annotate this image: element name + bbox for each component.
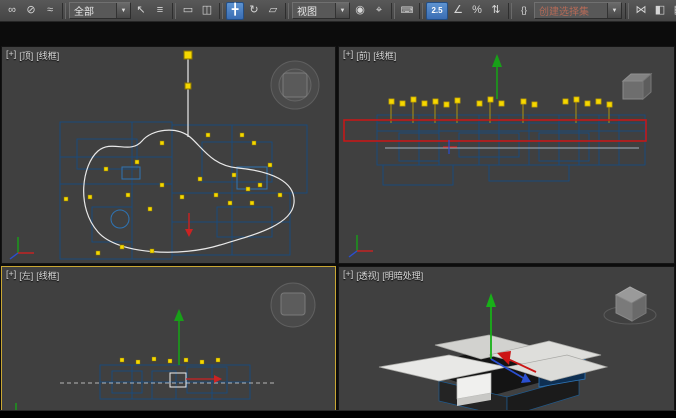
viewport-left-canvas[interactable] <box>2 267 335 418</box>
viewport-shading-button[interactable]: [线框] <box>36 49 59 62</box>
viewport-left-label: [+] [左] [线框] <box>6 269 59 282</box>
viewcube-gizmo[interactable] <box>604 287 656 324</box>
mirror-icon[interactable]: ⋈ <box>632 2 650 20</box>
shaded-room-model[interactable] <box>379 335 607 417</box>
viewport-top-label: [+] [顶] [线框] <box>6 49 59 62</box>
named-selection-sets-value: 创建选择集 <box>535 3 607 18</box>
selection-filter-dropdown[interactable]: 全部 ▼ <box>69 2 131 19</box>
toolbar-separator <box>172 3 176 19</box>
unlink-selection-icon[interactable]: ⊘ <box>22 2 40 20</box>
rect-selection-region-icon[interactable]: ▭ <box>179 2 197 20</box>
use-pivot-center-icon[interactable]: ◉ <box>351 2 369 20</box>
chevron-down-icon[interactable]: ▼ <box>116 3 130 18</box>
move-gizmo[interactable] <box>174 309 222 383</box>
viewport-menu-button[interactable]: [+] <box>6 269 16 282</box>
select-and-scale-icon[interactable]: ▱ <box>264 2 282 20</box>
edit-named-sets-icon[interactable]: {} <box>515 2 533 20</box>
viewport-perspective-label: [+] [透视] [明暗处理] <box>343 269 423 282</box>
view-compass-gizmo[interactable] <box>271 61 319 109</box>
max-application-window: ∞ ⊘ ≈ 全部 ▼ ↖ ≡ ▭ ◫ ╋ ↻ ▱ 视图 ▼ ◉ ⌖ ⌨ 2.5 … <box>0 0 676 418</box>
window-crossing-icon[interactable]: ◫ <box>198 2 216 20</box>
viewport-perspective-canvas[interactable] <box>339 267 674 418</box>
chevron-down-icon[interactable]: ▼ <box>335 3 349 18</box>
toolbar-separator <box>419 3 423 19</box>
main-toolbar: ∞ ⊘ ≈ 全部 ▼ ↖ ≡ ▭ ◫ ╋ ↻ ▱ 视图 ▼ ◉ ⌖ ⌨ 2.5 … <box>0 0 676 22</box>
toolbar-separator <box>285 3 289 19</box>
elevation-wireframe[interactable] <box>100 365 250 399</box>
viewport-front-canvas[interactable] <box>339 47 674 263</box>
viewport-left[interactable]: [+] [左] [线框] <box>1 266 336 418</box>
viewport-front[interactable]: [+] [前] [线框] <box>338 46 675 264</box>
toolbar-separator <box>219 3 223 19</box>
spline-vertex-handle[interactable] <box>184 51 192 59</box>
selected-axis-arrow[interactable] <box>185 213 193 237</box>
viewport-menu-button[interactable]: [+] <box>6 49 16 62</box>
elevation-wireframe[interactable] <box>377 115 645 185</box>
select-and-link-icon[interactable]: ∞ <box>3 2 21 20</box>
select-by-name-icon[interactable]: ≡ <box>151 2 169 20</box>
toolbar-separator <box>625 3 629 19</box>
select-and-rotate-icon[interactable]: ↻ <box>245 2 263 20</box>
reference-coordinate-value: 视图 <box>293 3 335 18</box>
chevron-down-icon[interactable]: ▼ <box>607 3 621 18</box>
gizmo-y-axis-arrow[interactable] <box>492 54 502 99</box>
named-selection-sets-dropdown[interactable]: 创建选择集 ▼ <box>534 2 622 19</box>
select-and-move-icon[interactable]: ╋ <box>226 2 244 20</box>
reference-coordinate-dropdown[interactable]: 视图 ▼ <box>292 2 350 19</box>
viewport-shading-button[interactable]: [线框] <box>36 269 59 282</box>
select-object-icon[interactable]: ↖ <box>132 2 150 20</box>
spline-vertex-handle[interactable] <box>185 83 191 89</box>
viewport-pov-button[interactable]: [透视] <box>356 269 379 282</box>
viewcube-gizmo[interactable] <box>623 74 651 99</box>
viewport-shading-button[interactable]: [线框] <box>373 49 396 62</box>
viewport-pov-button[interactable]: [顶] <box>19 49 33 62</box>
viewport-shading-button[interactable]: [明暗处理] <box>382 269 423 282</box>
light-markers[interactable] <box>120 357 220 364</box>
percent-snap-icon[interactable]: % <box>468 2 486 20</box>
bottom-status-strip <box>0 410 676 418</box>
spinner-snap-icon[interactable]: ⇅ <box>487 2 505 20</box>
viewport-perspective[interactable]: [+] [透视] [明暗处理] <box>338 266 675 418</box>
toolbar-separator <box>62 3 66 19</box>
viewport-top[interactable]: [+] [顶] [线框] <box>1 46 336 264</box>
viewport-pov-button[interactable]: [左] <box>19 269 33 282</box>
plan-wireframe[interactable] <box>60 122 307 259</box>
keyboard-override-icon[interactable]: ⌨ <box>398 2 416 20</box>
world-axis-tripod <box>349 235 373 257</box>
move-gizmo-small[interactable] <box>443 140 457 154</box>
angle-snap-icon[interactable]: ∠ <box>449 2 467 20</box>
viewport-menu-button[interactable]: [+] <box>343 49 353 62</box>
align-icon[interactable]: ◧ <box>651 2 669 20</box>
toolbar-separator <box>391 3 395 19</box>
selection-filter-value: 全部 <box>70 3 116 18</box>
select-and-manipulate-icon[interactable]: ⌖ <box>370 2 388 20</box>
viewport-front-label: [+] [前] [线框] <box>343 49 396 62</box>
world-axis-tripod <box>10 237 34 259</box>
viewport-top-canvas[interactable] <box>2 47 335 263</box>
selected-object-highlight[interactable] <box>170 373 186 387</box>
snap-toggle-25-icon[interactable]: 2.5 <box>426 2 448 20</box>
viewport-area: [+] [顶] [线框] <box>0 22 676 410</box>
toolbar-separator <box>508 3 512 19</box>
viewport-menu-button[interactable]: [+] <box>343 269 353 282</box>
viewport-pov-button[interactable]: [前] <box>356 49 370 62</box>
layer-manager-icon[interactable]: ▤ <box>670 2 676 20</box>
bind-to-spacewarp-icon[interactable]: ≈ <box>41 2 59 20</box>
view-compass-gizmo[interactable] <box>271 283 315 327</box>
